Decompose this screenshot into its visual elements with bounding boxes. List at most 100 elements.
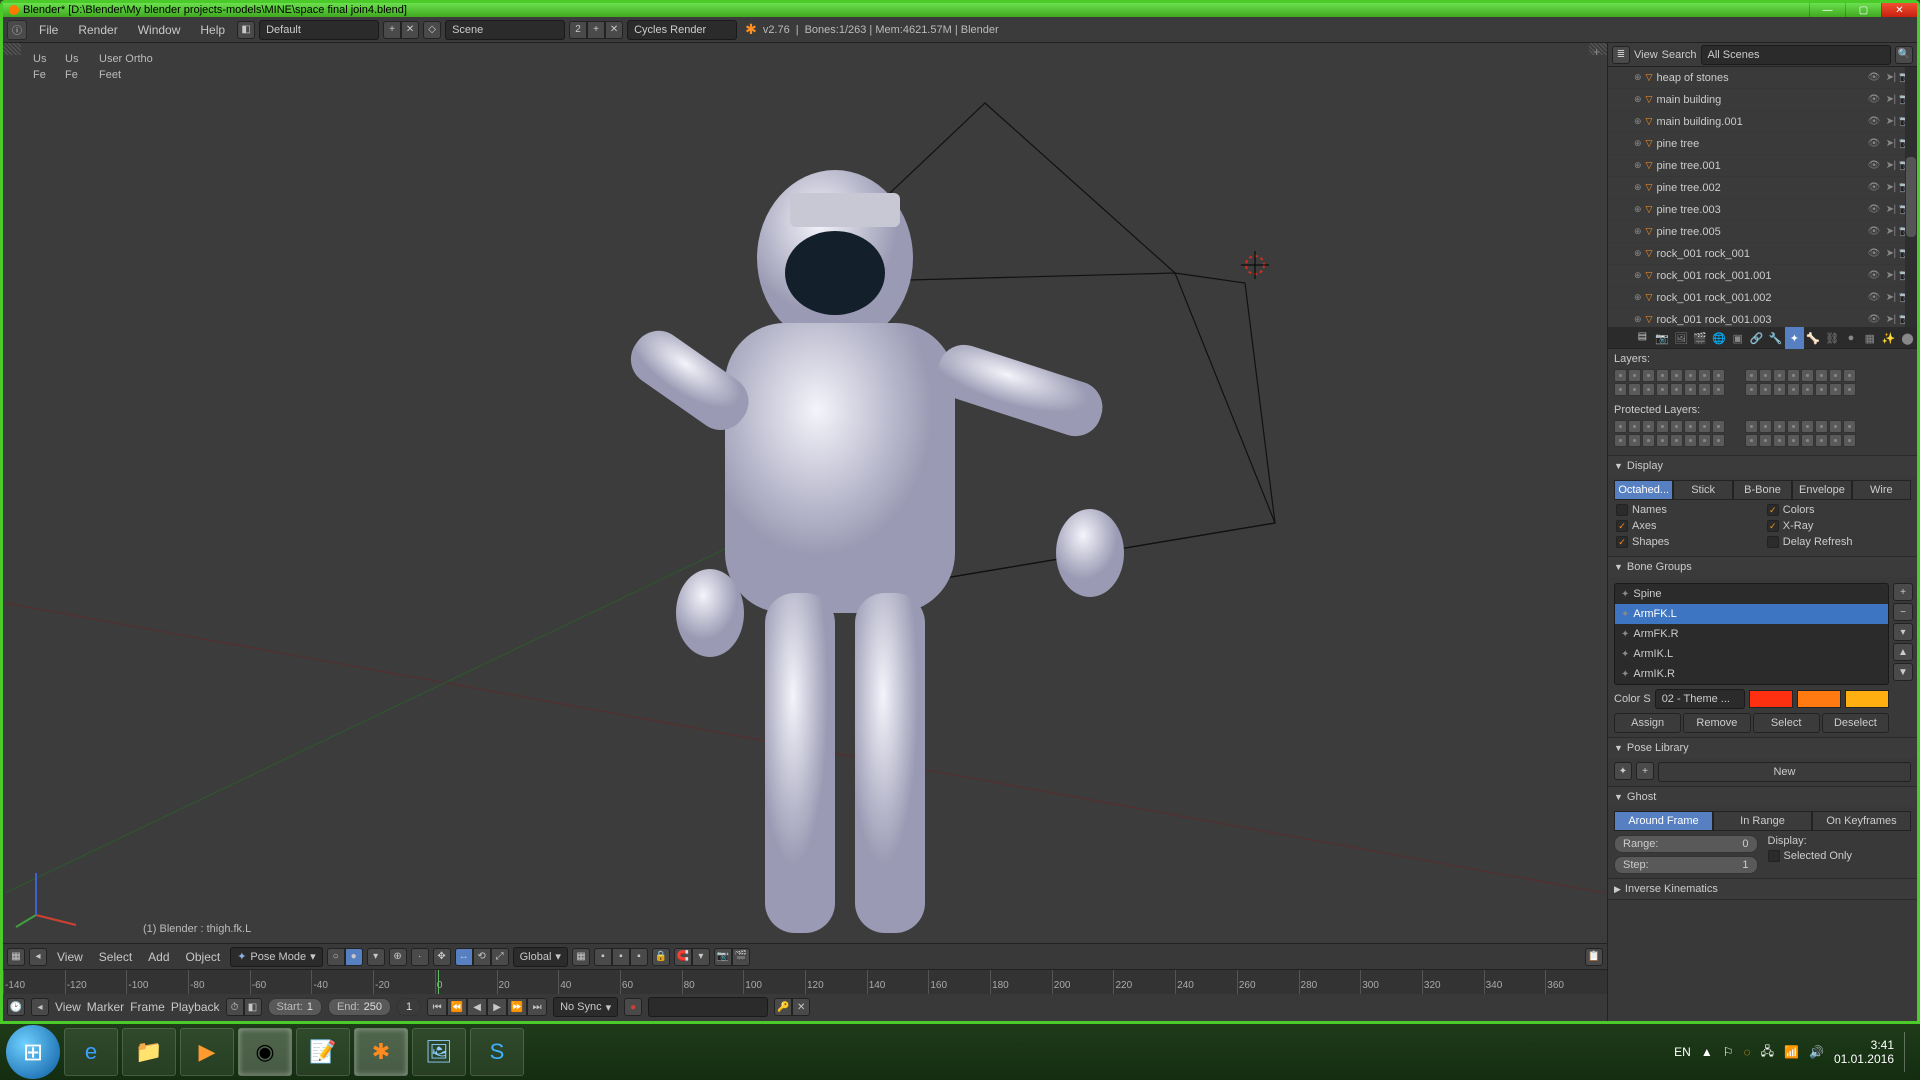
tab-object[interactable]: ▣ <box>1728 327 1747 349</box>
layer-block-2[interactable]: ▪ <box>612 948 630 966</box>
tab-particles[interactable]: ✨ <box>1879 327 1898 349</box>
outliner-row[interactable]: ⊕▽rock_001 rock_001| ▽ ▽👁➤📷 <box>1608 243 1917 265</box>
layer-cell[interactable] <box>1773 420 1786 433</box>
editor-type-props-icon[interactable]: ▤ <box>1632 327 1653 345</box>
ghost-panel-header[interactable]: ▼Ghost <box>1608 787 1917 807</box>
check-shapes[interactable]: ✓Shapes <box>1616 536 1751 548</box>
layer-cell[interactable] <box>1614 434 1627 447</box>
layer-cell[interactable] <box>1801 434 1814 447</box>
task-media-icon[interactable]: ▶ <box>180 1028 234 1076</box>
tab-armature[interactable]: ✦ <box>1785 327 1804 349</box>
copy-pose-icon[interactable]: 📋 <box>1585 948 1603 966</box>
render-opengl-anim-icon[interactable]: 🎬 <box>732 948 750 966</box>
lock-camera-icon[interactable]: 🔒 <box>652 948 670 966</box>
layer-cell[interactable] <box>1698 420 1711 433</box>
layer-cell[interactable] <box>1656 434 1669 447</box>
ik-panel-header[interactable]: ▶Inverse Kinematics <box>1608 879 1917 899</box>
manipulator-rotate-icon[interactable]: ⟲ <box>473 948 491 966</box>
jump-prev-key-icon[interactable]: ⏪ <box>447 998 467 1016</box>
tray-volume-icon[interactable]: 🔊 <box>1809 1045 1824 1059</box>
editor-type-3dview-icon[interactable]: ▦ <box>7 948 25 966</box>
scene-browse-icon[interactable]: ◇ <box>423 21 441 39</box>
outliner-row[interactable]: ⊕▽pine tree.001| ▽ ▽👁➤📷 <box>1608 155 1917 177</box>
layer-cell[interactable] <box>1843 420 1856 433</box>
tray-clock[interactable]: 3:41 01.01.2016 <box>1834 1038 1894 1066</box>
editor-type-outliner-icon[interactable]: ≣ <box>1612 46 1630 64</box>
play-icon[interactable]: ▶ <box>487 998 507 1016</box>
snap-toggle-icon[interactable]: 🧲 <box>674 948 692 966</box>
window-maximize-button[interactable]: ▢ <box>1845 3 1881 17</box>
layer-cell[interactable] <box>1698 383 1711 396</box>
color-swatch-1[interactable] <box>1749 690 1793 708</box>
layer-cell[interactable] <box>1787 420 1800 433</box>
task-pictures-icon[interactable]: 🖼 <box>412 1028 466 1076</box>
outliner-row[interactable]: ⊕▽heap of stones| ▽ ▽👁➤📷 <box>1608 67 1917 89</box>
tl-playback-menu[interactable]: Playback <box>171 1000 220 1014</box>
layer-cell[interactable] <box>1815 434 1828 447</box>
layer-cell[interactable] <box>1642 434 1655 447</box>
layer-block-3[interactable]: ▪ <box>630 948 648 966</box>
tab-bone-constraints[interactable]: ⛓ <box>1823 327 1842 349</box>
layer-cell[interactable] <box>1684 420 1697 433</box>
layer-cell[interactable] <box>1698 434 1711 447</box>
layer-cell[interactable] <box>1815 420 1828 433</box>
layer-cell[interactable] <box>1815 369 1828 382</box>
layer-cell[interactable] <box>1745 369 1758 382</box>
bone-group-remove-button[interactable]: − <box>1893 603 1913 621</box>
deselect-button[interactable]: Deselect <box>1822 713 1889 733</box>
start-frame-field[interactable]: Start:1 <box>268 998 322 1016</box>
color-swatch-2[interactable] <box>1797 690 1841 708</box>
layer-cell[interactable] <box>1759 369 1772 382</box>
display-wire[interactable]: Wire <box>1852 480 1911 500</box>
3d-viewport[interactable]: Us Fe Us Fe User Ortho Feet (1) Blender … <box>3 43 1607 943</box>
layer-cell[interactable] <box>1670 369 1683 382</box>
manipulator-scale-icon[interactable]: ⤢ <box>491 948 509 966</box>
tray-lang[interactable]: EN <box>1674 1045 1691 1059</box>
manipulator-translate-icon[interactable]: ↔ <box>455 948 473 966</box>
ghost-in-range[interactable]: In Range <box>1713 811 1812 831</box>
layer-cell[interactable] <box>1843 369 1856 382</box>
task-notes-icon[interactable]: 📝 <box>296 1028 350 1076</box>
layer-cell[interactable] <box>1698 369 1711 382</box>
shading-solid-icon[interactable]: ● <box>345 948 363 966</box>
check-xray[interactable]: ✓X-Ray <box>1767 520 1902 532</box>
layer-cell[interactable] <box>1628 369 1641 382</box>
layer-cell[interactable] <box>1670 434 1683 447</box>
tab-texture[interactable]: ▦ <box>1860 327 1879 349</box>
layer-cell[interactable] <box>1801 369 1814 382</box>
layer-cell[interactable] <box>1712 369 1725 382</box>
layer-cell[interactable] <box>1656 420 1669 433</box>
pivot-median-icon[interactable]: · <box>411 948 429 966</box>
tab-render[interactable]: 📷 <box>1653 327 1672 349</box>
render-opengl-icon[interactable]: 📷 <box>714 948 732 966</box>
bone-group-item[interactable]: ✦ArmIK.L <box>1615 644 1888 664</box>
menu-file[interactable]: File <box>31 23 66 37</box>
layer-cell[interactable] <box>1815 383 1828 396</box>
start-button[interactable]: ⊞ <box>6 1025 60 1079</box>
layer-cell[interactable] <box>1745 383 1758 396</box>
layer-cell[interactable] <box>1684 434 1697 447</box>
task-ie-icon[interactable]: e <box>64 1028 118 1076</box>
display-panel-header[interactable]: ▼Display <box>1608 456 1917 476</box>
layer-cell[interactable] <box>1745 420 1758 433</box>
select-button[interactable]: Select <box>1753 713 1820 733</box>
bonegroups-panel-header[interactable]: ▼Bone Groups <box>1608 557 1917 577</box>
back-to-previous-icon[interactable]: ◧ <box>237 21 255 39</box>
ghost-step-field[interactable]: Step:1 <box>1614 856 1758 874</box>
shading-dropdown[interactable]: ▾ <box>367 948 385 966</box>
tl-frame-menu[interactable]: Frame <box>130 1000 165 1014</box>
delete-key-icon[interactable]: ✕ <box>792 998 810 1016</box>
play-reverse-icon[interactable]: ◀ <box>467 998 487 1016</box>
tray-network-icon[interactable]: 🖧 <box>1761 1042 1774 1063</box>
tl-marker-menu[interactable]: Marker <box>87 1000 124 1014</box>
pivot-icon[interactable]: ⊕ <box>389 948 407 966</box>
layer-cell[interactable] <box>1684 369 1697 382</box>
outliner-scrollbar[interactable] <box>1905 67 1917 327</box>
delete-scene-button[interactable]: ✕ <box>605 21 623 39</box>
shading-bbox-icon[interactable]: ○ <box>327 948 345 966</box>
layer-cell[interactable] <box>1642 369 1655 382</box>
outliner-filter-dropdown[interactable]: All Scenes <box>1701 45 1891 65</box>
tab-world[interactable]: 🌐 <box>1709 327 1728 349</box>
ghost-around-frame[interactable]: Around Frame <box>1614 811 1713 831</box>
layer-cell[interactable] <box>1773 383 1786 396</box>
